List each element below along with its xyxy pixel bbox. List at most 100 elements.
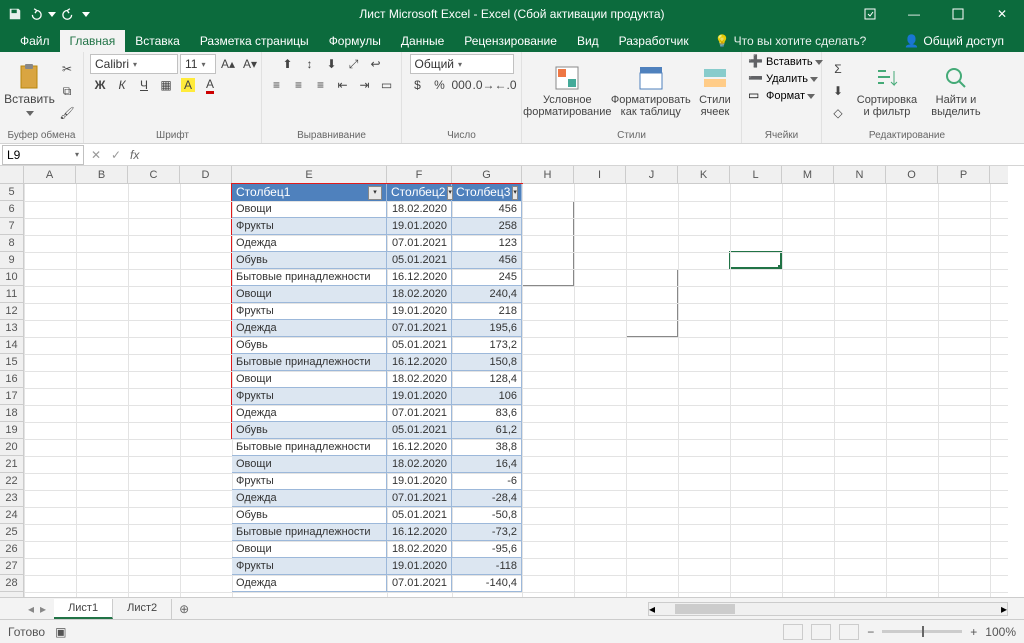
formula-input[interactable] (143, 145, 1024, 165)
align-top-icon[interactable]: ⬆ (278, 54, 298, 74)
page-break-view-icon[interactable] (839, 624, 859, 640)
close-icon[interactable]: ✕ (980, 0, 1024, 28)
sheet-tab[interactable]: Лист2 (113, 599, 172, 619)
filter-button[interactable]: ▾ (368, 186, 382, 200)
minimize-icon[interactable]: — (892, 0, 936, 28)
border-icon[interactable]: ▦ (156, 75, 176, 95)
align-right-icon[interactable]: ≡ (311, 75, 331, 95)
increase-decimal-icon[interactable]: .0→ (474, 75, 494, 95)
save-icon[interactable] (8, 7, 22, 21)
cell-styles-button[interactable]: Стили ячеек (695, 62, 735, 120)
tab-home[interactable]: Главная (60, 30, 126, 52)
orientation-icon[interactable]: ⤢ (344, 54, 364, 74)
accounting-icon[interactable]: $ (408, 75, 428, 95)
align-bottom-icon[interactable]: ⬇ (322, 54, 342, 74)
sheet-tab[interactable]: Лист1 (54, 599, 113, 619)
font-color-icon[interactable]: A (200, 75, 220, 95)
underline-icon[interactable]: Ч (134, 75, 154, 95)
undo-icon[interactable] (28, 7, 42, 21)
tell-me[interactable]: 💡Что вы хотите сделать? (705, 30, 877, 52)
conditional-formatting-button[interactable]: Условное форматирование (528, 62, 607, 120)
normal-view-icon[interactable] (783, 624, 803, 640)
number-format-combo[interactable]: Общий▾ (410, 54, 514, 74)
maximize-icon[interactable] (936, 0, 980, 28)
sheet-nav[interactable]: ◂▸ (20, 602, 54, 616)
chevron-left-icon[interactable]: ◂ (28, 602, 34, 616)
zoom-slider[interactable] (882, 630, 962, 633)
add-sheet-button[interactable]: ⊕ (172, 602, 196, 616)
group-cells: Ячейки (748, 128, 815, 143)
align-left-icon[interactable]: ≡ (267, 75, 287, 95)
align-center-icon[interactable]: ≡ (289, 75, 309, 95)
group-editing: Редактирование (828, 128, 986, 143)
fill-icon[interactable]: ⬇ (828, 81, 848, 101)
redo-icon[interactable] (62, 7, 76, 21)
share-button[interactable]: 👤Общий доступ (896, 30, 1012, 52)
align-middle-icon[interactable]: ↕ (300, 54, 320, 74)
bold-icon[interactable]: Ж (90, 75, 110, 95)
find-select-button[interactable]: Найти и выделить (926, 62, 986, 120)
data-table[interactable]: Столбец1▾Столбец2▾Столбец3▾Овощи18.02.20… (232, 184, 522, 592)
merge-icon[interactable]: ▭ (377, 75, 397, 95)
tab-formulas[interactable]: Формулы (319, 30, 391, 52)
fx-icon[interactable]: fx (126, 148, 143, 162)
group-alignment: Выравнивание (268, 128, 395, 143)
tab-review[interactable]: Рецензирование (454, 30, 567, 52)
cancel-icon[interactable]: ✕ (86, 148, 106, 162)
scroll-thumb[interactable] (675, 604, 735, 614)
cut-icon[interactable]: ✂ (57, 59, 77, 79)
sort-icon (873, 64, 901, 92)
copy-icon[interactable]: ⧉ (57, 81, 77, 101)
conditional-icon (553, 64, 581, 92)
sort-filter-button[interactable]: Сортировка и фильтр (852, 62, 922, 120)
filter-button[interactable]: ▾ (512, 186, 518, 200)
spreadsheet-grid: ABCDEFGHIJKLMNOP 56789101112131415161718… (0, 166, 1024, 619)
horizontal-scrollbar[interactable]: ◂▸ (648, 602, 1008, 616)
font-name-combo[interactable]: Calibri▾ (90, 54, 178, 74)
decrease-indent-icon[interactable]: ⇤ (333, 75, 353, 95)
chevron-right-icon[interactable]: ▸ (40, 602, 46, 616)
select-all-corner[interactable] (0, 166, 24, 184)
zoom-out-icon[interactable]: − (867, 625, 874, 639)
italic-icon[interactable]: К (112, 75, 132, 95)
increase-indent-icon[interactable]: ⇥ (355, 75, 375, 95)
table-icon (637, 64, 665, 92)
fill-color-icon[interactable]: A (178, 75, 198, 95)
tab-view[interactable]: Вид (567, 30, 609, 52)
tab-data[interactable]: Данные (391, 30, 454, 52)
tab-layout[interactable]: Разметка страницы (190, 30, 319, 52)
row-headers[interactable]: 5678910111213141516171819202122232425262… (0, 184, 24, 603)
zoom-level[interactable]: 100% (985, 625, 1016, 639)
clear-icon[interactable]: ◇ (828, 103, 848, 123)
insert-cells-button[interactable]: ➕Вставить (748, 54, 823, 70)
format-painter-icon[interactable]: 🖌 (57, 103, 77, 123)
tab-developer[interactable]: Разработчик (609, 30, 699, 52)
name-box[interactable]: L9▾ (2, 145, 84, 165)
tab-file[interactable]: Файл (10, 30, 60, 52)
cells-area[interactable]: Столбец1▾Столбец2▾Столбец3▾Овощи18.02.20… (24, 184, 1008, 603)
format-cells-button[interactable]: ▭Формат (748, 88, 815, 104)
column-headers[interactable]: ABCDEFGHIJKLMNOP (24, 166, 1008, 184)
scroll-right-icon[interactable]: ▸ (1001, 602, 1007, 616)
qat-customize-icon[interactable] (82, 12, 90, 17)
sheet-tabs: ◂▸ Лист1Лист2 ⊕ ◂▸ (0, 597, 1024, 619)
delete-cells-button[interactable]: ➖Удалить (748, 71, 818, 87)
enter-icon[interactable]: ✓ (106, 148, 126, 162)
autosum-icon[interactable]: Σ (828, 59, 848, 79)
ribbon-options-icon[interactable] (848, 0, 892, 28)
format-as-table-button[interactable]: Форматировать как таблицу (611, 62, 691, 120)
zoom-in-icon[interactable]: + (970, 625, 977, 639)
scroll-left-icon[interactable]: ◂ (649, 602, 655, 616)
decrease-decimal-icon[interactable]: ←.0 (496, 75, 516, 95)
undo-dropdown-icon[interactable] (48, 12, 56, 17)
paste-button[interactable]: Вставить (6, 61, 53, 120)
increase-font-icon[interactable]: A▴ (218, 54, 238, 74)
decrease-font-icon[interactable]: A▾ (240, 54, 260, 74)
percent-icon[interactable]: % (430, 75, 450, 95)
page-layout-view-icon[interactable] (811, 624, 831, 640)
macro-record-icon[interactable]: ▣ (55, 625, 66, 639)
tab-insert[interactable]: Вставка (125, 30, 190, 52)
font-size-combo[interactable]: 11▾ (180, 54, 216, 74)
comma-icon[interactable]: 000 (452, 75, 472, 95)
wrap-text-icon[interactable]: ↩ (366, 54, 386, 74)
